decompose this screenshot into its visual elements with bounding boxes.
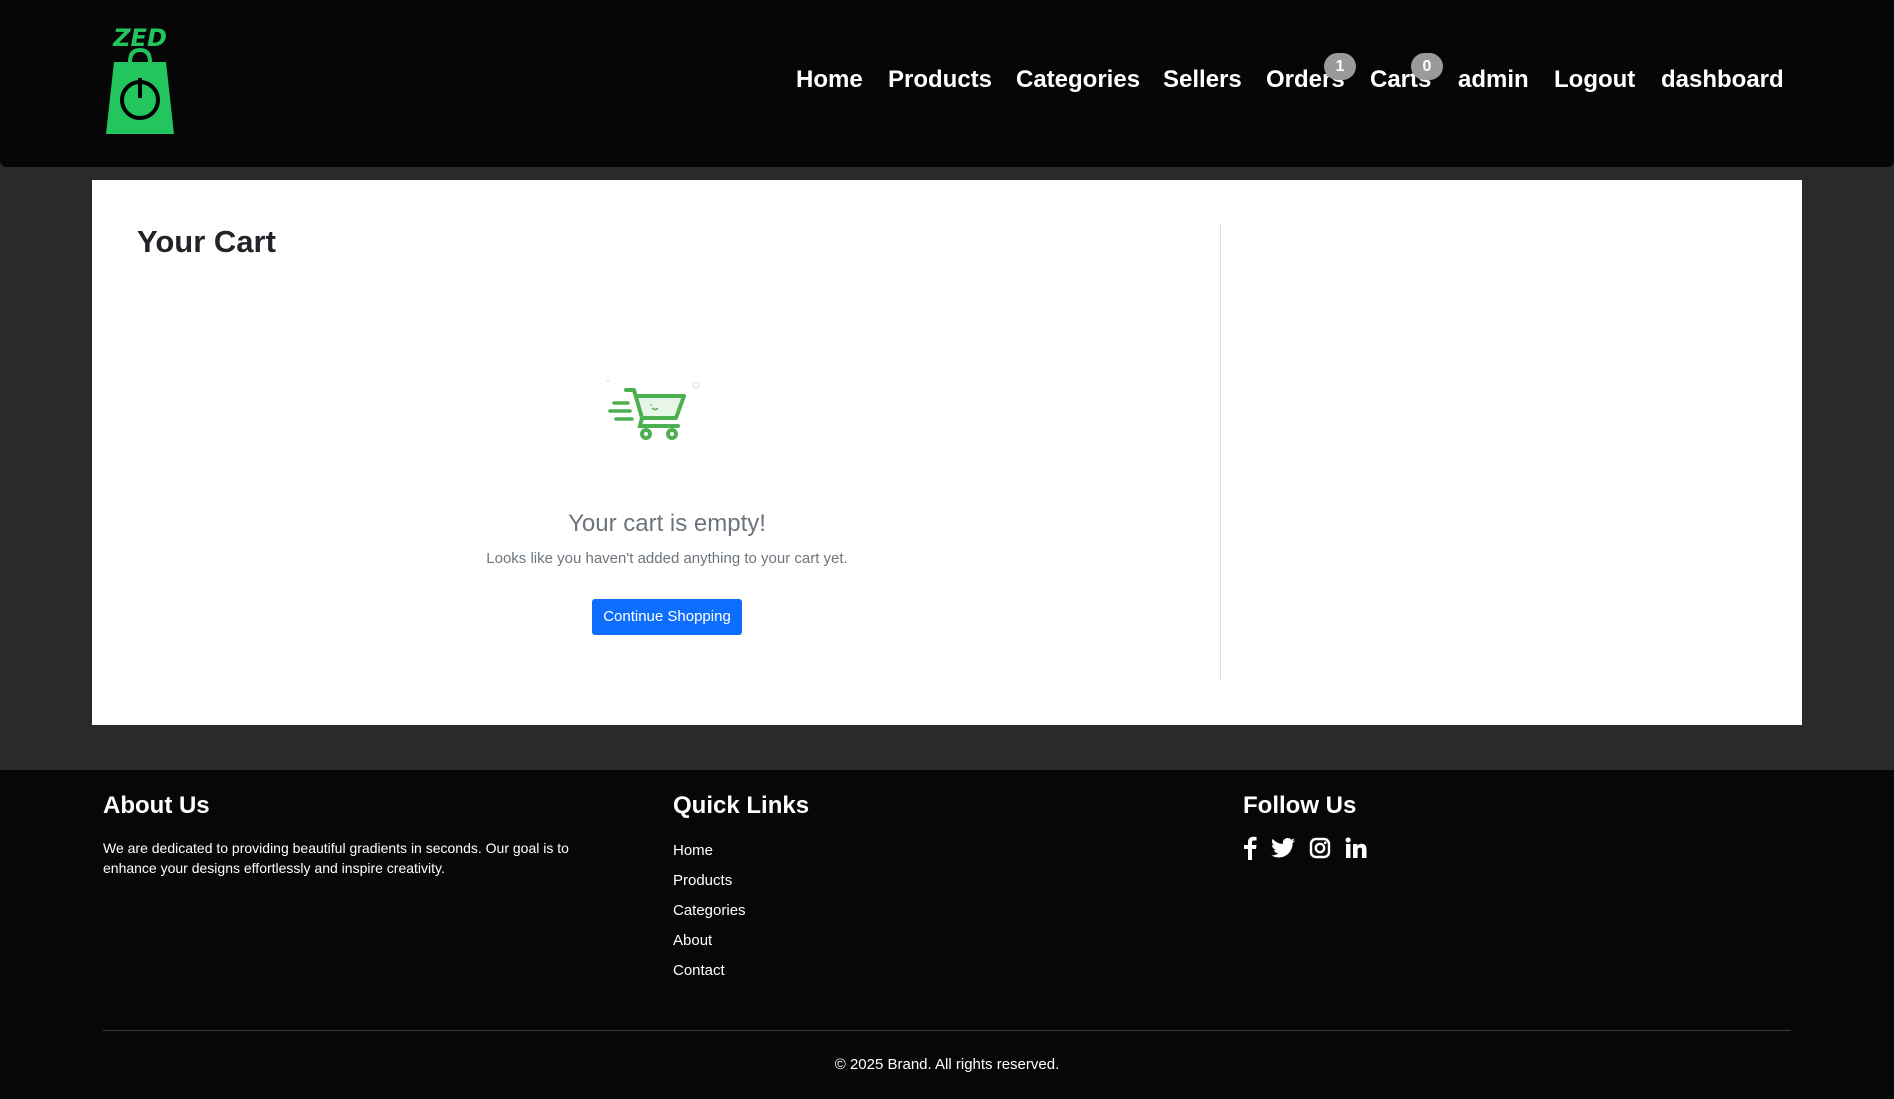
- nav-dashboard[interactable]: dashboard: [1661, 66, 1784, 94]
- footer-quick-links: Quick Links Home Products Categories Abo…: [673, 792, 809, 986]
- footer-link-categories[interactable]: Categories: [673, 896, 809, 926]
- logo-text: ZED: [112, 24, 167, 52]
- about-heading: About Us: [103, 792, 210, 819]
- nav-logout[interactable]: Logout: [1554, 66, 1635, 94]
- linkedin-icon[interactable]: [1345, 837, 1367, 859]
- quick-links-heading: Quick Links: [673, 792, 810, 819]
- footer-link-about[interactable]: About: [673, 926, 809, 956]
- empty-cart-message: Looks like you haven't added anything to…: [486, 550, 848, 567]
- navbar: ZED Home Products Categories Sellers Ord…: [0, 0, 1894, 167]
- column-divider: [1220, 224, 1221, 681]
- orders-count-badge: 1: [1324, 53, 1356, 80]
- page-title: Your Cart: [137, 224, 276, 259]
- empty-cart-icon: [604, 378, 704, 453]
- about-text: We are dedicated to providing beautiful …: [103, 840, 569, 876]
- continue-shopping-button[interactable]: Continue Shopping: [592, 599, 742, 635]
- follow-heading: Follow Us: [1243, 792, 1357, 819]
- nav-home[interactable]: Home: [796, 66, 863, 94]
- footer-link-contact[interactable]: Contact: [673, 956, 809, 986]
- cart-card: Your Cart Your cart is empty! Looks like…: [92, 180, 1802, 725]
- empty-cart-title: Your cart is empty!: [568, 510, 766, 537]
- copyright-text: © 2025 Brand. All rights reserved.: [834, 1056, 1060, 1073]
- carts-count-badge: 0: [1411, 53, 1443, 80]
- nav-categories[interactable]: Categories: [1016, 66, 1140, 94]
- nav-products[interactable]: Products: [888, 66, 992, 94]
- footer: About Us We are dedicated to providing b…: [0, 770, 1894, 1099]
- footer-about: About Us We are dedicated to providing b…: [103, 792, 623, 878]
- footer-follow: Follow Us: [1243, 792, 1367, 860]
- nav-admin[interactable]: admin: [1458, 66, 1529, 94]
- instagram-icon[interactable]: [1309, 837, 1331, 859]
- facebook-icon[interactable]: [1243, 836, 1257, 860]
- footer-divider: [103, 1030, 1791, 1031]
- nav-sellers[interactable]: Sellers: [1163, 66, 1242, 94]
- footer-link-products[interactable]: Products: [673, 866, 809, 896]
- brand-logo[interactable]: ZED: [100, 22, 180, 142]
- twitter-icon[interactable]: [1271, 838, 1295, 858]
- footer-link-home[interactable]: Home: [673, 836, 809, 866]
